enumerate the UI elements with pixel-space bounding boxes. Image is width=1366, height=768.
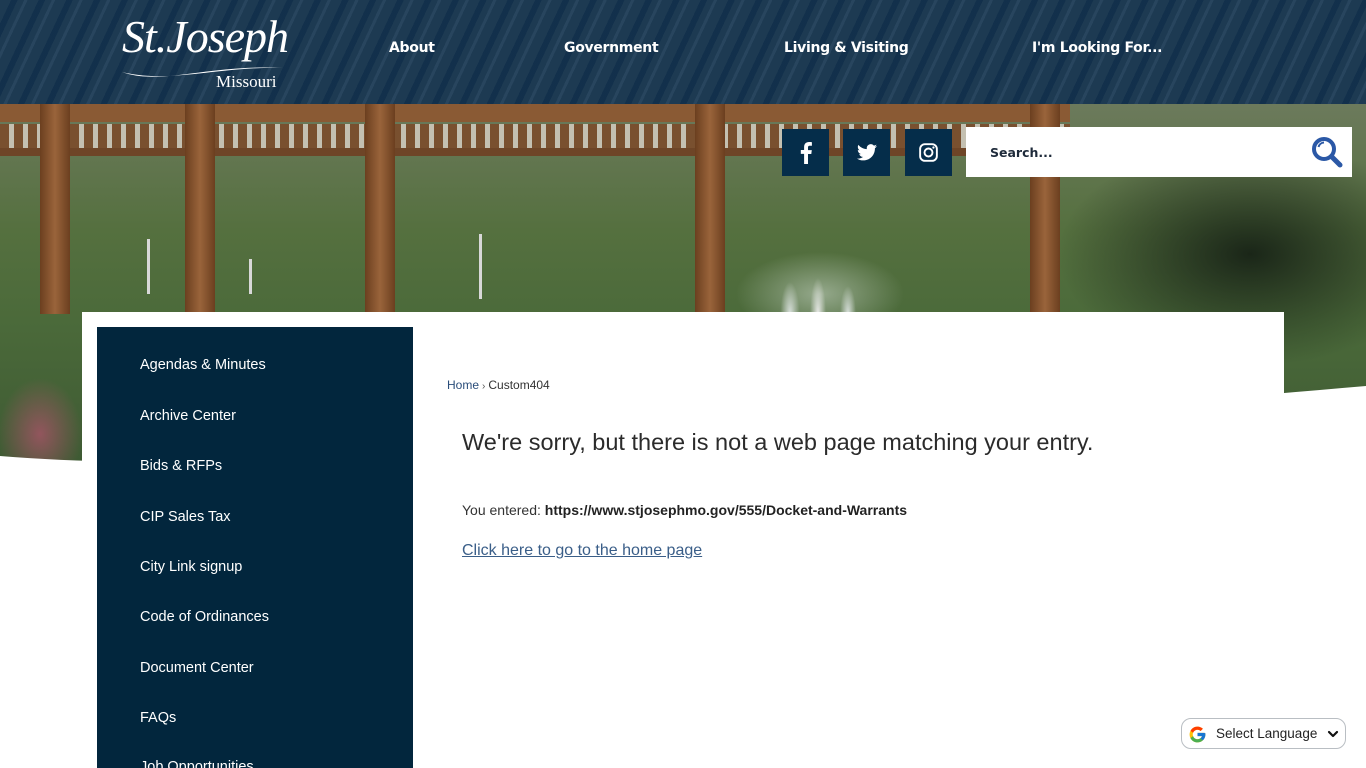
nav-looking-for[interactable]: I'm Looking For... [1032,40,1162,56]
logo-subtitle: Missouri [216,72,277,91]
google-g-icon [1189,726,1206,743]
sidebar-item-code-of-ordinances[interactable]: Code of Ordinances [140,609,269,625]
street-lamp [147,239,150,294]
language-select[interactable]: Select Language [1181,718,1346,749]
nav-about[interactable]: About [389,40,435,56]
language-label: Select Language [1216,726,1318,741]
home-page-link[interactable]: Click here to go to the home page [462,542,702,560]
page-title: We're sorry, but there is not a web page… [462,429,1094,455]
pergola-post [185,104,215,314]
breadcrumb-separator: › [482,381,486,392]
street-lamp [249,259,252,294]
site-header: St.Joseph Missouri About Government Livi… [0,0,1366,104]
street-lamp [479,234,482,299]
sidebar-item-bids-rfps[interactable]: Bids & RFPs [140,458,222,474]
breadcrumb: Home › Custom404 [447,378,550,392]
sidebar-item-document-center[interactable]: Document Center [140,660,254,676]
sidebar-item-city-link-signup[interactable]: City Link signup [140,559,242,575]
breadcrumb-home-link[interactable]: Home [447,378,479,392]
nav-government[interactable]: Government [564,40,659,56]
pergola-post [365,104,395,314]
sidebar-item-faqs[interactable]: FAQs [140,710,176,726]
entered-label: You entered: [462,502,545,518]
twitter-button[interactable] [843,129,890,176]
sidebar-nav: Agendas & Minutes Archive Center Bids & … [97,327,413,768]
nav-living-visiting[interactable]: Living & Visiting [784,40,909,56]
entered-url: https://www.stjosephmo.gov/555/Docket-an… [544,502,908,518]
logo-title: St.Joseph [122,11,289,62]
search-box [966,127,1352,177]
search-input[interactable] [990,127,1310,177]
pergola-beam [0,104,1070,122]
facebook-button[interactable] [782,129,829,176]
pergola-post [695,104,725,314]
search-icon [1312,137,1343,168]
instagram-icon [919,143,938,162]
entered-url-message: You entered: https://www.stjosephmo.gov/… [462,502,907,518]
instagram-button[interactable] [905,129,952,176]
chevron-down-icon [1327,730,1339,738]
facebook-icon [800,141,812,164]
search-button[interactable] [1310,135,1344,169]
fountain [770,254,865,314]
sidebar-item-cip-sales-tax[interactable]: CIP Sales Tax [140,509,231,525]
twitter-icon [856,144,877,161]
breadcrumb-current: Custom404 [488,378,550,392]
sidebar-item-archive-center[interactable]: Archive Center [140,408,236,424]
sidebar-item-job-opportunities[interactable]: Job Opportunities [140,759,254,768]
sidebar-item-agendas-minutes[interactable]: Agendas & Minutes [140,357,266,373]
pergola-post [40,104,70,314]
site-logo[interactable]: St.Joseph Missouri [120,8,290,96]
